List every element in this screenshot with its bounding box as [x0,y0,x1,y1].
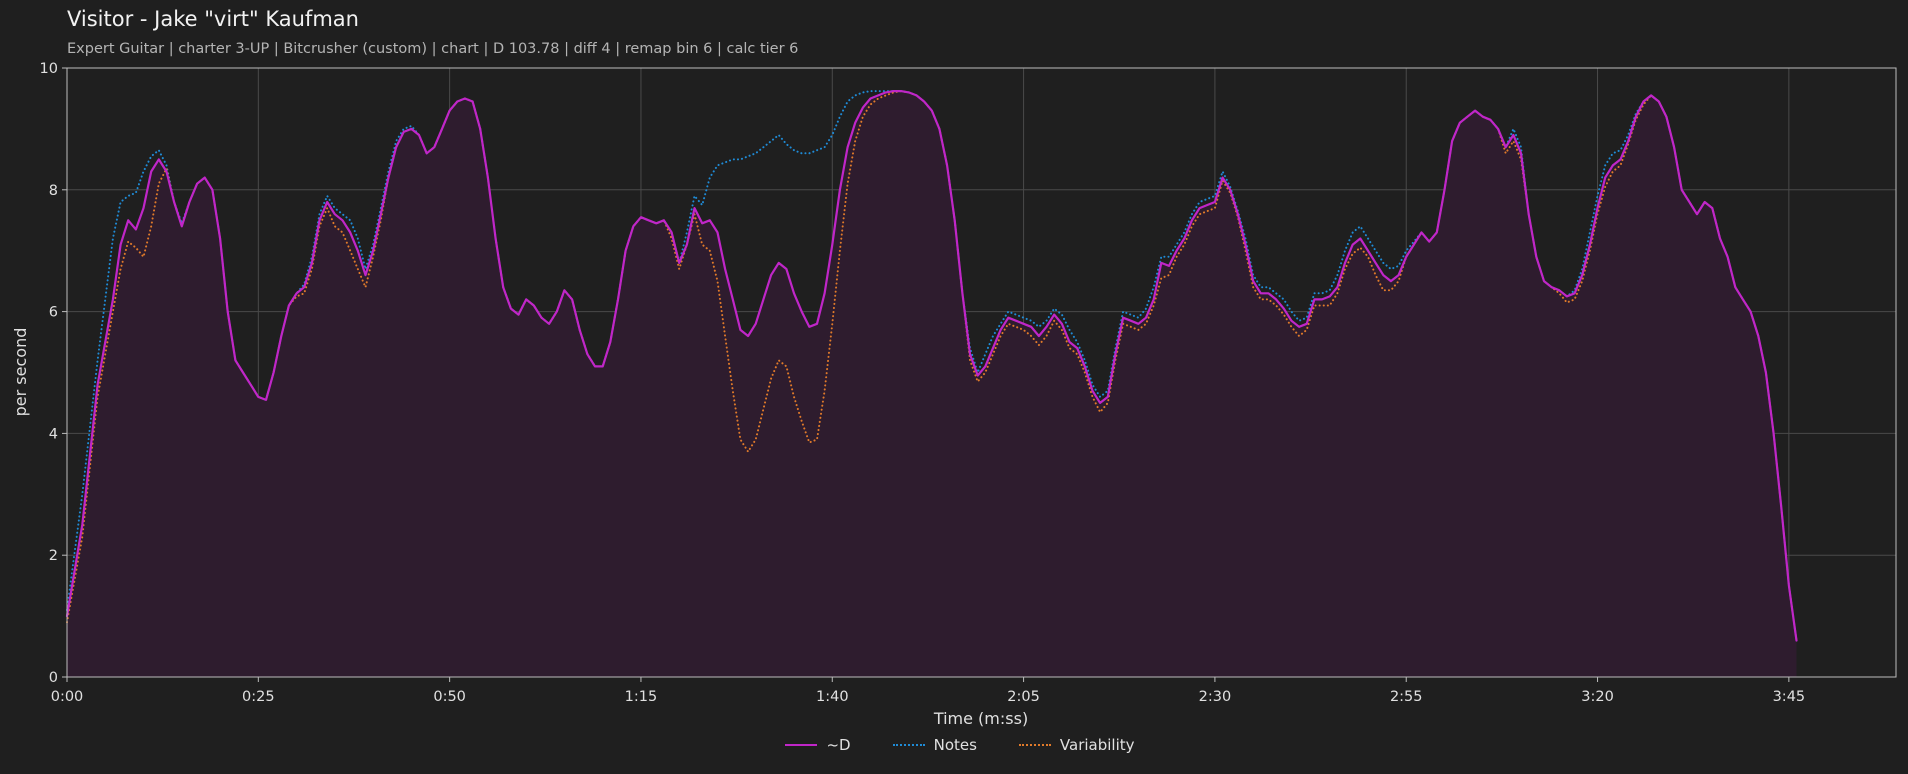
x-tick-label: 0:00 [51,689,84,705]
x-tick-label: 1:40 [816,689,849,705]
y-axis-label: per second [11,328,30,417]
x-tick-label: 0:50 [433,689,466,705]
y-tick-label: 6 [49,305,58,321]
legend-swatch-d [785,744,818,746]
x-tick-label: 1:15 [625,689,658,705]
legend-swatch-variability [1018,744,1051,746]
legend-label-variability: Variability [1059,736,1135,754]
x-tick-label: 2:30 [1199,689,1232,705]
legend-item-notes: Notes [881,736,977,754]
legend-swatch-notes [892,744,925,746]
x-tick-label: 0:25 [242,689,275,705]
x-tick-label: 3:20 [1581,689,1614,705]
legend-label-notes: Notes [933,736,977,754]
x-axis-label: Time (m:ss) [933,709,1028,728]
legend-label-d: ~D [826,736,851,754]
y-tick-label: 8 [49,183,58,199]
x-tick-label: 2:55 [1390,689,1423,705]
legend-item-d: ~D [773,736,851,754]
y-tick-label: 4 [49,426,58,442]
y-tick-label: 0 [49,670,58,686]
line-chart: 0:00 0:25 0:50 1:15 1:40 2:05 2:30 2:55 3:20 3:45… [11,61,1897,728]
y-tick-label: 2 [49,548,58,564]
x-tick-label: 2:05 [1007,689,1040,705]
y-tick-label: 10 [40,61,58,77]
x-tick-label: 3:45 [1773,689,1806,705]
legend-item-variability: Variability [1007,736,1135,754]
legend: ~D Notes Variability [0,736,1908,754]
